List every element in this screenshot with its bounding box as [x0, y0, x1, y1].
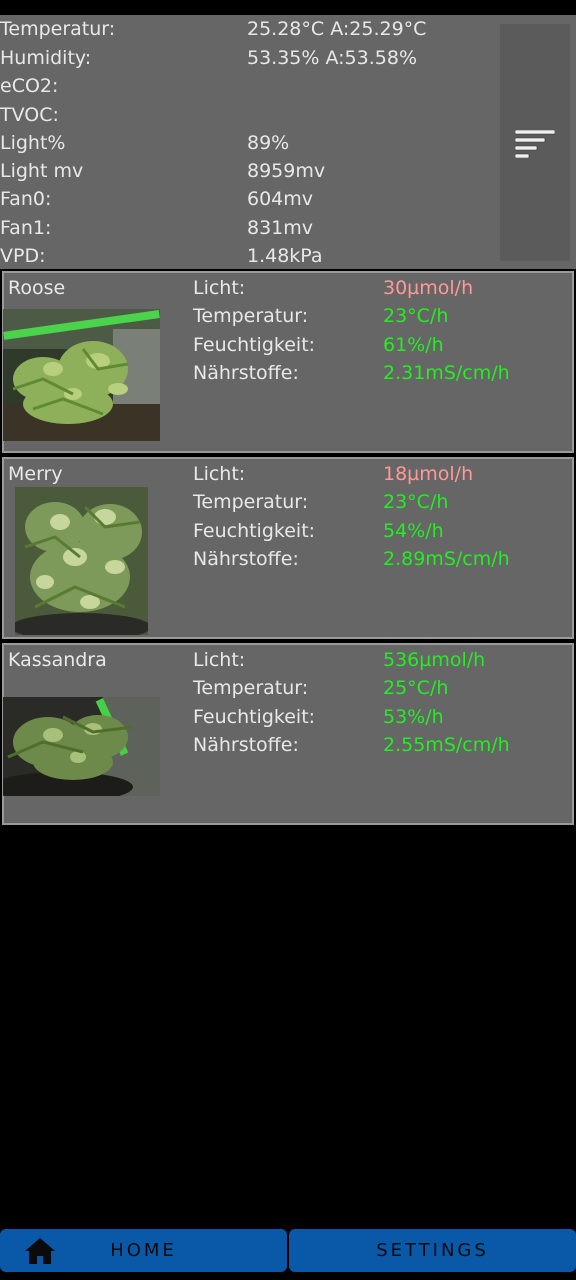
sensor-value: 25.28°C A:25.29°C	[247, 18, 427, 40]
sensor-value: 604mv	[247, 188, 314, 210]
metric-value-humidity: 53%/h	[383, 706, 444, 728]
metric-label-light: Licht:	[193, 649, 246, 671]
metric-label-temperature: Temperatur:	[193, 491, 309, 513]
sensor-value: 89%	[247, 132, 290, 154]
sensor-row-humidity: Humidity: 53.35% A:53.58%	[0, 44, 500, 72]
sensor-value: 8959mv	[247, 160, 326, 182]
metric-label-nutrients: Nährstoffe:	[193, 734, 299, 756]
metric-label-light: Licht:	[193, 463, 246, 485]
sensor-label: eCO2:	[0, 75, 59, 97]
home-icon	[25, 1238, 55, 1264]
plant-card-kassandra[interactable]: Kassandra Licht: Temperatur: Feuchtigkei…	[2, 643, 574, 825]
settings-button[interactable]: SETTINGS	[289, 1229, 576, 1272]
sensor-row-tvoc: TVOC:	[0, 101, 500, 129]
sensor-row-fan0: Fan0: 604mv	[0, 185, 500, 213]
metric-value-nutrients: 2.55mS/cm/h	[383, 734, 510, 756]
metric-label-nutrients: Nährstoffe:	[193, 362, 299, 384]
sensor-label: TVOC:	[0, 104, 59, 126]
plant-photo	[3, 697, 160, 796]
metric-label-nutrients: Nährstoffe:	[193, 548, 299, 570]
plant-photo	[3, 309, 160, 441]
metric-value-nutrients: 2.31mS/cm/h	[383, 362, 510, 384]
sensor-value: 831mv	[247, 217, 314, 239]
metric-label-temperature: Temperatur:	[193, 677, 309, 699]
sensor-row-light-percent: Light% 89%	[0, 129, 500, 157]
sensor-row-vpd: VPD: 1.48kPa	[0, 242, 500, 270]
sensor-row-light-mv: Light mv 8959mv	[0, 157, 500, 185]
app-screen: Temperatur: 25.28°C A:25.29°C Humidity: …	[0, 0, 576, 1280]
bottom-nav: HOME SETTINGS	[0, 1229, 576, 1272]
plant-name: Merry	[8, 463, 63, 485]
plant-name: Kassandra	[8, 649, 107, 671]
metric-value-temperature: 25°C/h	[383, 677, 449, 699]
sensor-row-eco2: eCO2:	[0, 72, 500, 100]
metric-value-temperature: 23°C/h	[383, 305, 449, 327]
plant-card-merry[interactable]: Merry Licht: Temperatur: Feuchtigkeit: N…	[2, 457, 574, 639]
metric-value-nutrients: 2.89mS/cm/h	[383, 548, 510, 570]
metric-label-humidity: Feuchtigkeit:	[193, 334, 316, 356]
home-button-label: HOME	[110, 1240, 177, 1261]
sensor-label: VPD:	[0, 245, 46, 267]
sensor-label: Fan0:	[0, 188, 52, 210]
sensor-label: Light mv	[0, 160, 84, 182]
plant-photo	[15, 487, 148, 635]
metric-value-humidity: 54%/h	[383, 520, 444, 542]
sort-icon	[515, 130, 555, 158]
sensor-panel: Temperatur: 25.28°C A:25.29°C Humidity: …	[0, 15, 576, 269]
metric-value-light: 30µmol/h	[383, 277, 474, 299]
metric-value-light: 536µmol/h	[383, 649, 486, 671]
metric-value-humidity: 61%/h	[383, 334, 444, 356]
sort-menu-button[interactable]	[500, 24, 570, 261]
metric-value-temperature: 23°C/h	[383, 491, 449, 513]
sensor-label: Humidity:	[0, 47, 92, 69]
sensor-row-temperature: Temperatur: 25.28°C A:25.29°C	[0, 15, 500, 43]
metric-value-light: 18µmol/h	[383, 463, 474, 485]
metric-label-light: Licht:	[193, 277, 246, 299]
sensor-value: 1.48kPa	[247, 245, 323, 267]
sensor-row-fan1: Fan1: 831mv	[0, 214, 500, 242]
sensor-label: Light%	[0, 132, 66, 154]
metric-label-humidity: Feuchtigkeit:	[193, 706, 316, 728]
settings-button-label: SETTINGS	[376, 1240, 489, 1261]
plant-name: Roose	[8, 277, 66, 299]
sensor-label: Fan1:	[0, 217, 52, 239]
sensor-label: Temperatur:	[0, 18, 116, 40]
metric-label-temperature: Temperatur:	[193, 305, 309, 327]
plant-card-roose[interactable]: Roose Licht: Temperatur: Feuchtigkeit: N…	[2, 271, 574, 453]
sensor-value: 53.35% A:53.58%	[247, 47, 417, 69]
metric-label-humidity: Feuchtigkeit:	[193, 520, 316, 542]
home-button[interactable]: HOME	[0, 1229, 287, 1272]
